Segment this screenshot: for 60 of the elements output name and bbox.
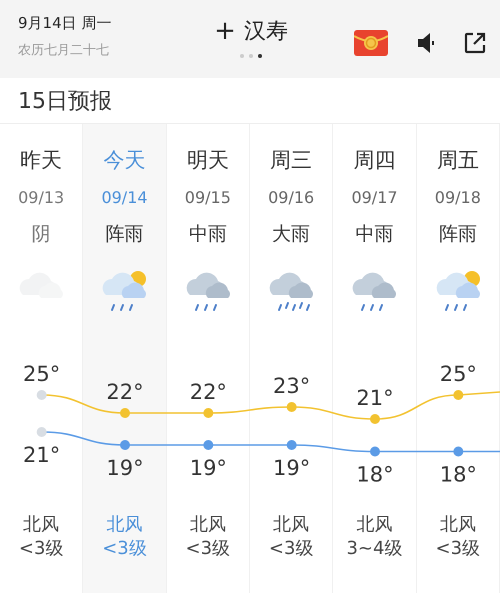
lunar-date-text: 农历七月二十七 — [18, 42, 110, 59]
wind-direction: 北风 — [273, 513, 310, 537]
temperature-point — [36, 427, 47, 437]
weather-condition: 大雨 — [272, 222, 310, 247]
temperature-point — [203, 440, 214, 450]
temperature-label: 22° — [106, 380, 144, 404]
temperature-label: 18° — [356, 462, 394, 486]
temperature-point — [36, 390, 47, 400]
temperature-label: 19° — [273, 456, 310, 480]
day-date: 09/16 — [268, 188, 314, 207]
temperature-point — [370, 414, 380, 424]
temperature-point — [286, 402, 297, 412]
day-date: 09/15 — [184, 188, 231, 207]
wind-level: <3级 — [436, 537, 480, 561]
day-name[interactable]: 周四 — [353, 146, 396, 174]
temperature-label: 25° — [23, 362, 60, 386]
wind-level: <3级 — [102, 537, 147, 561]
temperature-point — [203, 408, 214, 418]
city-name[interactable]: 汉寿 — [244, 16, 288, 46]
temperature-label: 18° — [440, 462, 477, 486]
wind-direction: 北风 — [23, 513, 60, 537]
weather-condition: 中雨 — [355, 222, 394, 247]
day-date: 09/17 — [351, 188, 398, 207]
day-name[interactable]: 周五 — [436, 146, 479, 174]
temperature-label: 19° — [190, 456, 227, 480]
add-city-button[interactable]: + — [214, 18, 236, 44]
temperature-point — [286, 440, 297, 450]
wind-level: 3~4级 — [346, 537, 402, 561]
day-date: 09/14 — [101, 188, 148, 207]
day-name[interactable]: 周三 — [270, 146, 312, 174]
weather-condition: 阴 — [32, 222, 51, 247]
day-date: 09/18 — [434, 188, 481, 207]
date-text: 9月14日 周一 — [18, 14, 112, 33]
day-name[interactable]: 昨天 — [20, 146, 62, 174]
temperature-point — [120, 440, 130, 450]
weather-condition: 阵雨 — [438, 222, 477, 247]
temperature-point — [453, 446, 464, 456]
wind-direction: 北风 — [356, 513, 392, 537]
weather-condition: 阵雨 — [105, 222, 144, 247]
wind-direction: 北风 — [440, 513, 476, 537]
temperature-label: 21° — [23, 443, 60, 467]
share-icon[interactable] — [464, 32, 486, 54]
temperature-label: 19° — [106, 456, 144, 480]
temperature-point — [453, 390, 464, 400]
temperature-point — [120, 408, 130, 418]
wind-direction: 北风 — [106, 513, 142, 537]
temperature-label: 22° — [190, 380, 227, 404]
wind-level: <3级 — [18, 537, 64, 561]
wind-level: <3级 — [268, 537, 314, 561]
temperature-label: 21° — [356, 386, 394, 410]
weather-condition: 中雨 — [188, 222, 227, 247]
temperature-label: 23° — [273, 374, 310, 398]
wind-direction: 北风 — [190, 513, 226, 537]
temperature-label: 25° — [440, 362, 477, 386]
speaker-icon[interactable] — [416, 32, 436, 54]
day-date: 09/13 — [18, 188, 64, 207]
day-name[interactable]: 明天 — [186, 146, 229, 174]
section-title: 15日预报 — [17, 88, 113, 116]
temperature-point — [370, 446, 380, 456]
wind-level: <3级 — [186, 537, 230, 561]
